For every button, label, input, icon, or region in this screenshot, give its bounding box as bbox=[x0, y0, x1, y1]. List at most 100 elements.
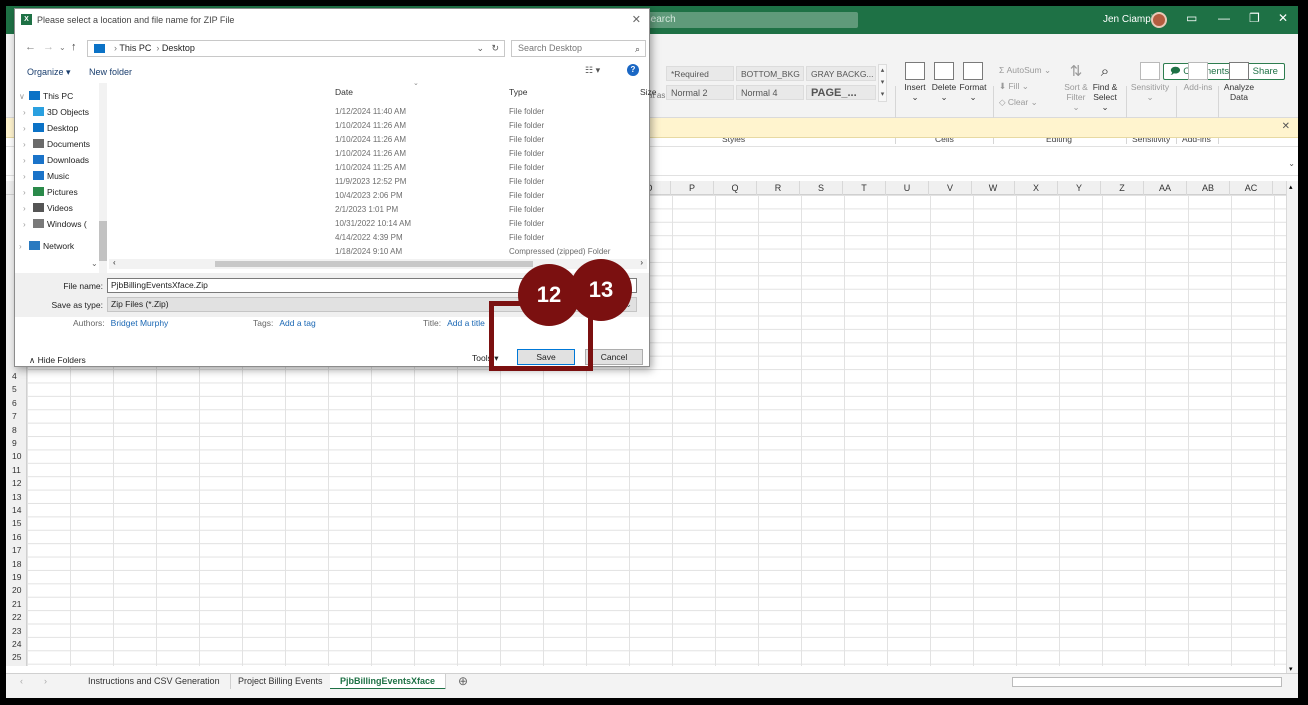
row-header[interactable]: 23 bbox=[6, 625, 27, 638]
row-header[interactable]: 10 bbox=[6, 450, 27, 463]
nav-item-documents[interactable]: › Documents bbox=[23, 137, 90, 151]
nav-item-downloads[interactable]: › Downloads bbox=[23, 153, 89, 167]
row-header[interactable]: 21 bbox=[6, 598, 27, 611]
collapsed-chevron-icon[interactable]: › bbox=[23, 154, 33, 168]
style-required[interactable]: *Required bbox=[666, 66, 734, 81]
row-header[interactable]: 6 bbox=[6, 397, 27, 410]
address-bar[interactable]: › This PC › Desktop ⌄ ↻ bbox=[87, 40, 505, 57]
column-size-header[interactable]: Size bbox=[640, 87, 657, 97]
file-row[interactable]: 1/10/2024 11:25 AM File folder bbox=[109, 160, 645, 174]
file-row[interactable]: 2/1/2023 1:01 PM File folder bbox=[109, 202, 645, 216]
breadcrumb-this-pc[interactable]: This PC bbox=[119, 43, 151, 53]
column-header[interactable]: W bbox=[972, 181, 1015, 195]
breadcrumb-desktop[interactable]: Desktop bbox=[162, 43, 195, 53]
format-button[interactable]: Format ⌄ bbox=[958, 62, 988, 103]
row-header[interactable]: 20 bbox=[6, 584, 27, 597]
style-normal-4[interactable]: Normal 4 bbox=[736, 85, 804, 100]
scroll-up-icon[interactable]: ▴ bbox=[1289, 183, 1293, 191]
style-gray-background[interactable]: GRAY BACKG... bbox=[806, 66, 876, 81]
row-header[interactable]: 22 bbox=[6, 611, 27, 624]
nav-scroll-down-icon[interactable]: ⌄ bbox=[91, 259, 98, 268]
clear-button[interactable]: ◇ Clear ⌄ bbox=[999, 94, 1038, 110]
nav-item-videos[interactable]: › Videos bbox=[23, 201, 73, 215]
file-row[interactable]: 1/10/2024 11:26 AM File folder bbox=[109, 118, 645, 132]
file-row[interactable]: 10/4/2023 2:06 PM File folder bbox=[109, 188, 645, 202]
collapsed-chevron-icon[interactable]: › bbox=[23, 170, 33, 184]
authors-field[interactable]: Authors: Bridget Murphy bbox=[73, 318, 168, 328]
tab-scroll-left-icon[interactable]: ‹ bbox=[20, 676, 23, 686]
nav-pane-scrollbar[interactable] bbox=[99, 83, 107, 273]
scroll-right-icon[interactable]: › bbox=[640, 258, 643, 267]
sort-filter-button[interactable]: ⇅ Sort & Filter ⌄ bbox=[1062, 62, 1090, 113]
collapsed-chevron-icon[interactable]: › bbox=[23, 202, 33, 216]
column-header[interactable]: P bbox=[671, 181, 714, 195]
row-header[interactable]: 24 bbox=[6, 638, 27, 651]
row-header[interactable]: 7 bbox=[6, 410, 27, 423]
up-arrow-icon[interactable]: ↑ bbox=[71, 41, 77, 53]
collapsed-chevron-icon[interactable]: › bbox=[19, 240, 29, 254]
nav-item-network[interactable]: › Network bbox=[19, 239, 74, 253]
fill-button[interactable]: ⬇ Fill ⌄ bbox=[999, 78, 1029, 94]
column-header[interactable]: Q bbox=[714, 181, 757, 195]
collapsed-chevron-icon[interactable]: › bbox=[23, 138, 33, 152]
file-row[interactable]: 1/10/2024 11:26 AM File folder bbox=[109, 132, 645, 146]
file-list-scroll-thumb[interactable] bbox=[215, 261, 533, 267]
address-dropdown-icon[interactable]: ⌄ bbox=[476, 41, 484, 56]
refresh-icon[interactable]: ↻ bbox=[491, 41, 499, 56]
row-header[interactable]: 5 bbox=[6, 383, 27, 396]
sheet-tab-instructions[interactable]: Instructions and CSV Generation bbox=[78, 674, 231, 690]
help-icon[interactable]: ? bbox=[627, 64, 639, 76]
tags-field[interactable]: Tags: Add a tag bbox=[253, 318, 316, 328]
row-header[interactable]: 11 bbox=[6, 464, 27, 477]
nav-item-3d-objects[interactable]: › 3D Objects bbox=[23, 105, 89, 119]
insert-button[interactable]: Insert ⌄ bbox=[902, 62, 928, 103]
autosum-button[interactable]: Σ AutoSum ⌄ bbox=[999, 62, 1051, 78]
column-header[interactable]: U bbox=[886, 181, 929, 195]
nav-item-music[interactable]: › Music bbox=[23, 169, 69, 183]
user-avatar[interactable] bbox=[1151, 12, 1167, 28]
horizontal-scrollbar[interactable] bbox=[1012, 677, 1282, 687]
row-header[interactable]: 8 bbox=[6, 424, 27, 437]
column-header[interactable]: R bbox=[757, 181, 800, 195]
view-options-icon[interactable]: ☷ ▾ bbox=[585, 65, 600, 76]
delete-button[interactable]: Delete ⌄ bbox=[930, 62, 958, 103]
file-row[interactable]: 1/18/2024 9:10 AM Compressed (zipped) Fol… bbox=[109, 244, 645, 258]
collapsed-chevron-icon[interactable]: › bbox=[23, 218, 33, 232]
addins-button[interactable]: Add-ins bbox=[1182, 62, 1214, 92]
find-select-button[interactable]: ⌕ Find & Select ⌄ bbox=[1090, 62, 1120, 113]
column-header[interactable]: X bbox=[1015, 181, 1058, 195]
column-header[interactable]: AC bbox=[1230, 181, 1273, 195]
column-header[interactable]: Y bbox=[1058, 181, 1101, 195]
vertical-scrollbar[interactable]: ▴ ▾ bbox=[1286, 181, 1298, 675]
file-list-hscrollbar[interactable]: ‹ › bbox=[109, 258, 647, 269]
file-row[interactable]: 4/14/2022 4:39 PM File folder bbox=[109, 230, 645, 244]
row-header[interactable]: 18 bbox=[6, 558, 27, 571]
title-field[interactable]: Title: Add a title bbox=[423, 318, 485, 328]
collapsed-chevron-icon[interactable]: › bbox=[23, 106, 33, 120]
collapsed-chevron-icon[interactable]: › bbox=[23, 122, 33, 136]
row-header[interactable]: 12 bbox=[6, 477, 27, 490]
style-bottom-bkg[interactable]: BOTTOM_BKG bbox=[736, 66, 804, 81]
close-icon[interactable]: ✕ bbox=[1278, 11, 1288, 25]
column-header[interactable]: AB bbox=[1187, 181, 1230, 195]
row-header[interactable]: 14 bbox=[6, 504, 27, 517]
row-header[interactable]: 19 bbox=[6, 571, 27, 584]
infobar-close-icon[interactable]: ✕ bbox=[1282, 121, 1290, 132]
row-header[interactable]: 17 bbox=[6, 544, 27, 557]
column-header[interactable]: S bbox=[800, 181, 843, 195]
column-header[interactable]: T bbox=[843, 181, 886, 195]
excel-search-box[interactable]: Search bbox=[638, 12, 858, 28]
file-row[interactable]: 1/10/2024 11:26 AM File folder bbox=[109, 146, 645, 160]
scroll-left-icon[interactable]: ‹ bbox=[113, 258, 116, 267]
nav-scroll-thumb[interactable] bbox=[99, 221, 107, 261]
add-sheet-icon[interactable]: ⊕ bbox=[458, 674, 468, 688]
sensitivity-button[interactable]: Sensitivity ⌄ bbox=[1130, 62, 1170, 103]
expanded-chevron-icon[interactable]: ∨ bbox=[19, 90, 29, 104]
file-row[interactable]: 10/31/2022 10:14 AM File folder bbox=[109, 216, 645, 230]
forward-arrow-icon[interactable]: → bbox=[43, 41, 54, 53]
row-header[interactable]: 9 bbox=[6, 437, 27, 450]
row-header[interactable]: 15 bbox=[6, 517, 27, 530]
nav-item-this-pc[interactable]: ∨ This PC bbox=[19, 89, 73, 103]
restore-icon[interactable]: ❐ bbox=[1249, 11, 1260, 25]
file-row[interactable]: 11/9/2023 12:52 PM File folder bbox=[109, 174, 645, 188]
